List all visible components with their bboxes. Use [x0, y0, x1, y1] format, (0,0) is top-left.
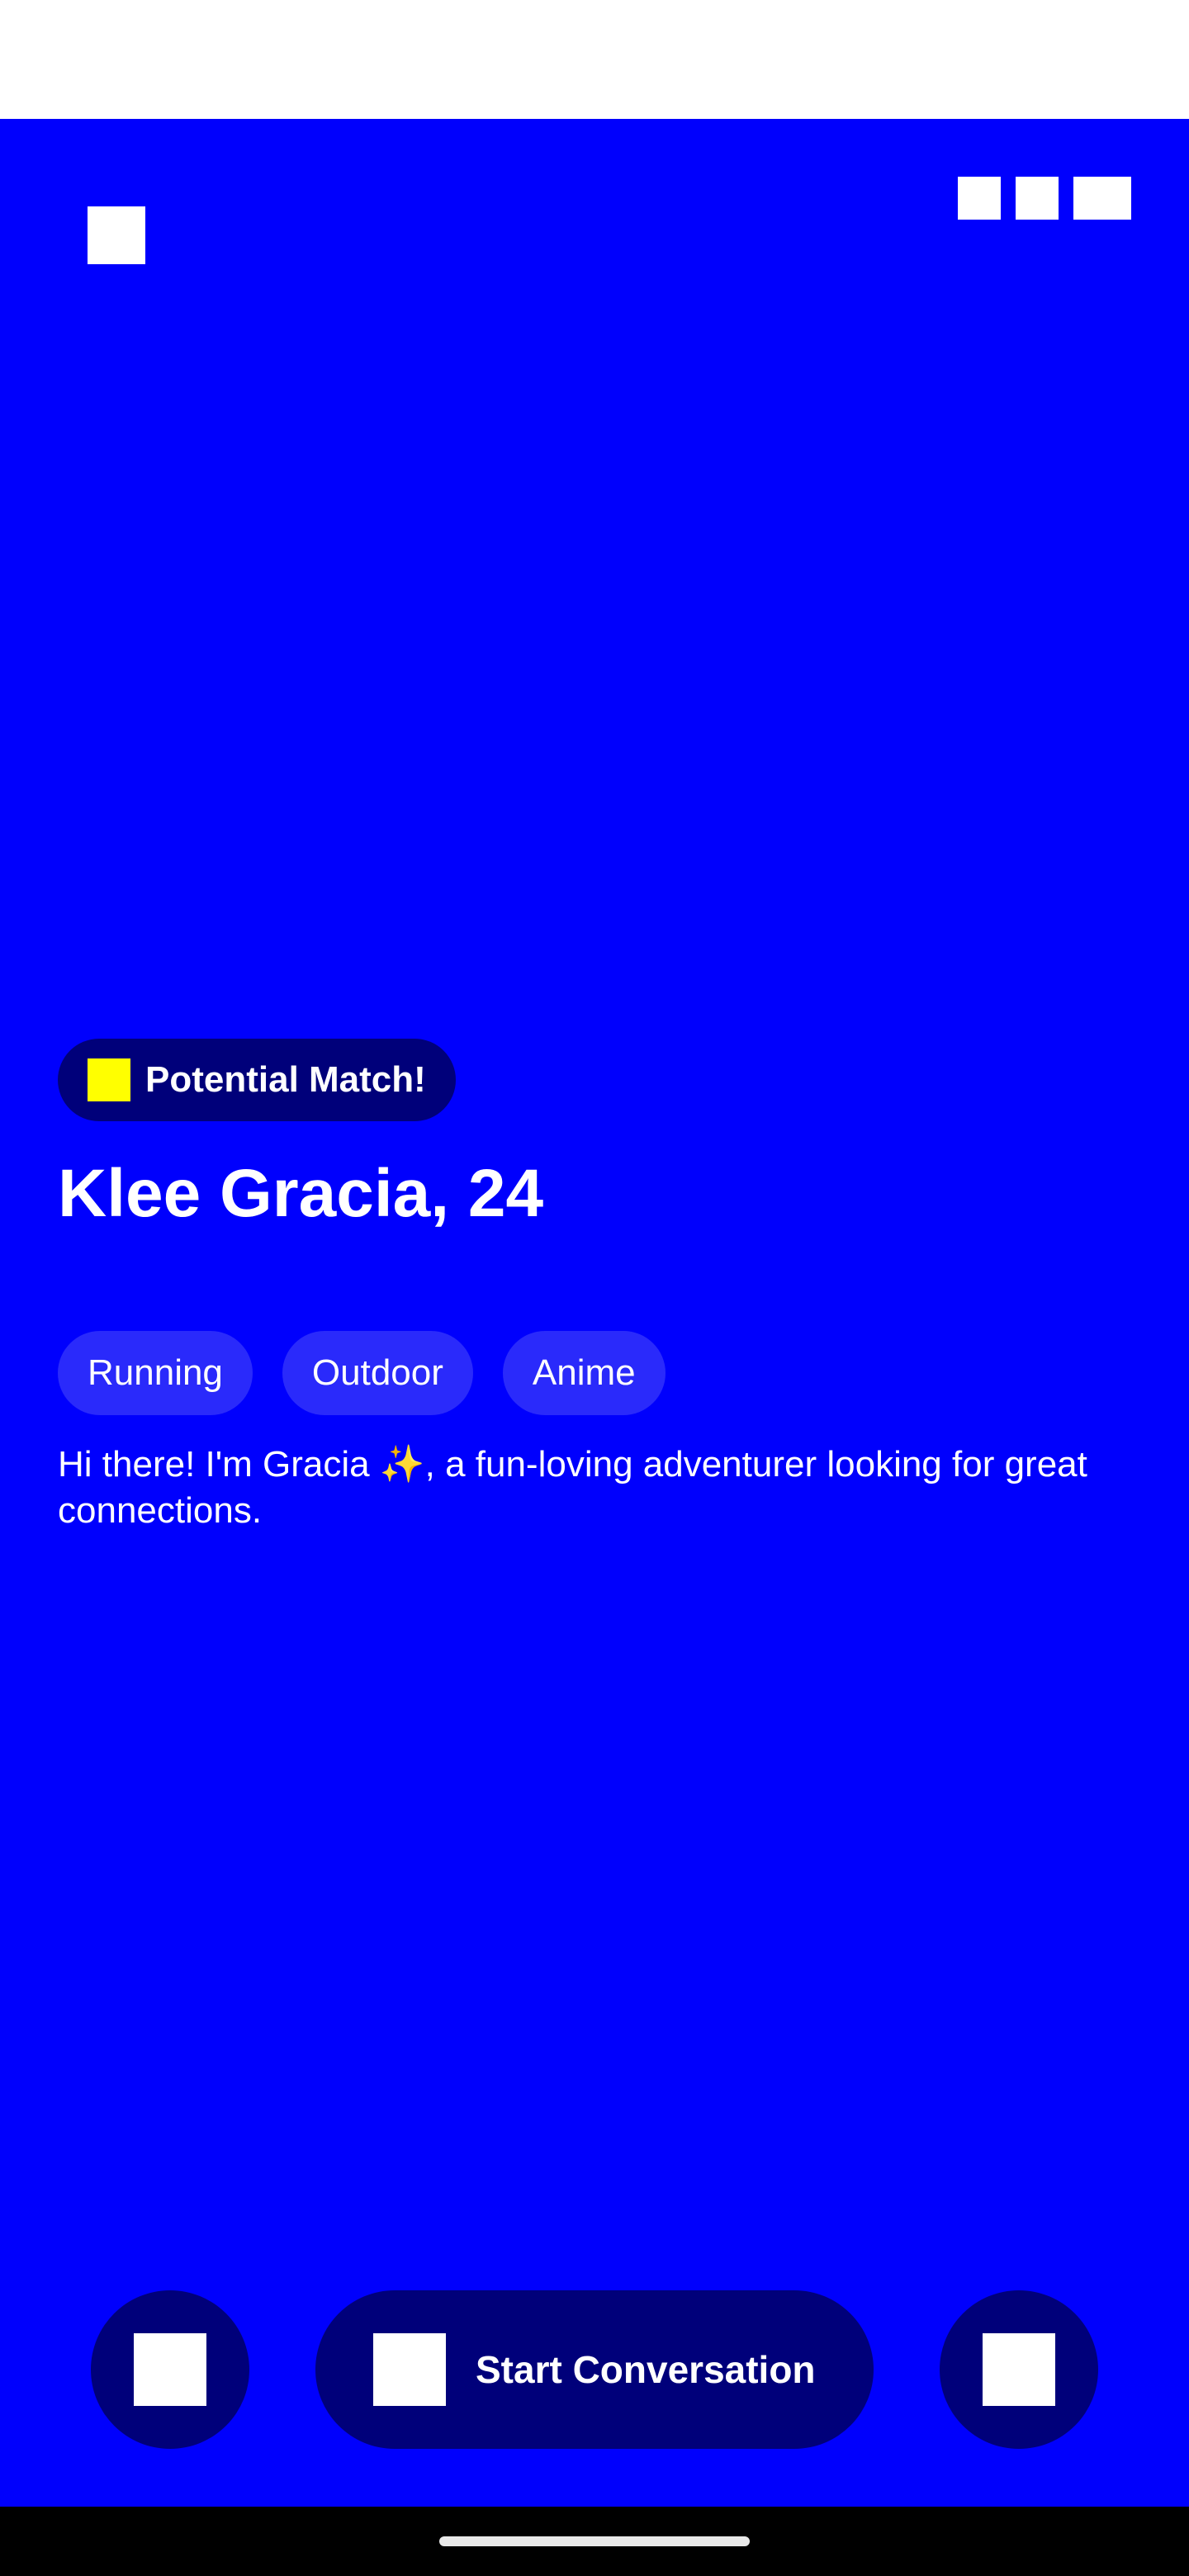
interest-tags: Running Outdoor Anime: [58, 1331, 666, 1415]
status-bar: [0, 0, 1189, 119]
close-icon: [134, 2333, 206, 2406]
navigation-bar: [0, 2507, 1189, 2576]
match-badge-label: Potential Match!: [145, 1059, 426, 1100]
home-indicator[interactable]: [439, 2536, 750, 2546]
start-conversation-button[interactable]: Start Conversation: [315, 2290, 874, 2449]
action-icon[interactable]: [1073, 177, 1131, 220]
back-icon[interactable]: [88, 206, 145, 264]
start-conversation-label: Start Conversation: [476, 2348, 816, 2391]
action-icon[interactable]: [1016, 177, 1059, 220]
like-icon: [983, 2333, 1055, 2406]
match-badge: Potential Match!: [58, 1039, 456, 1121]
tag-chip: Running: [58, 1331, 253, 1415]
tag-chip: Outdoor: [282, 1331, 473, 1415]
profile-bio: Hi there! I'm Gracia ✨, a fun-loving adv…: [58, 1444, 1087, 1531]
tag-chip: Anime: [502, 1331, 666, 1415]
chat-icon: [373, 2333, 446, 2406]
action-icon[interactable]: [958, 177, 1001, 220]
top-actions: [958, 177, 1131, 220]
dismiss-button[interactable]: [91, 2290, 249, 2449]
like-button[interactable]: [940, 2290, 1098, 2449]
profile-name: Klee Gracia, 24: [58, 1156, 544, 1231]
star-icon: [88, 1058, 130, 1101]
profile-screen: Potential Match! Klee Gracia, 24 Running…: [0, 119, 1189, 2507]
